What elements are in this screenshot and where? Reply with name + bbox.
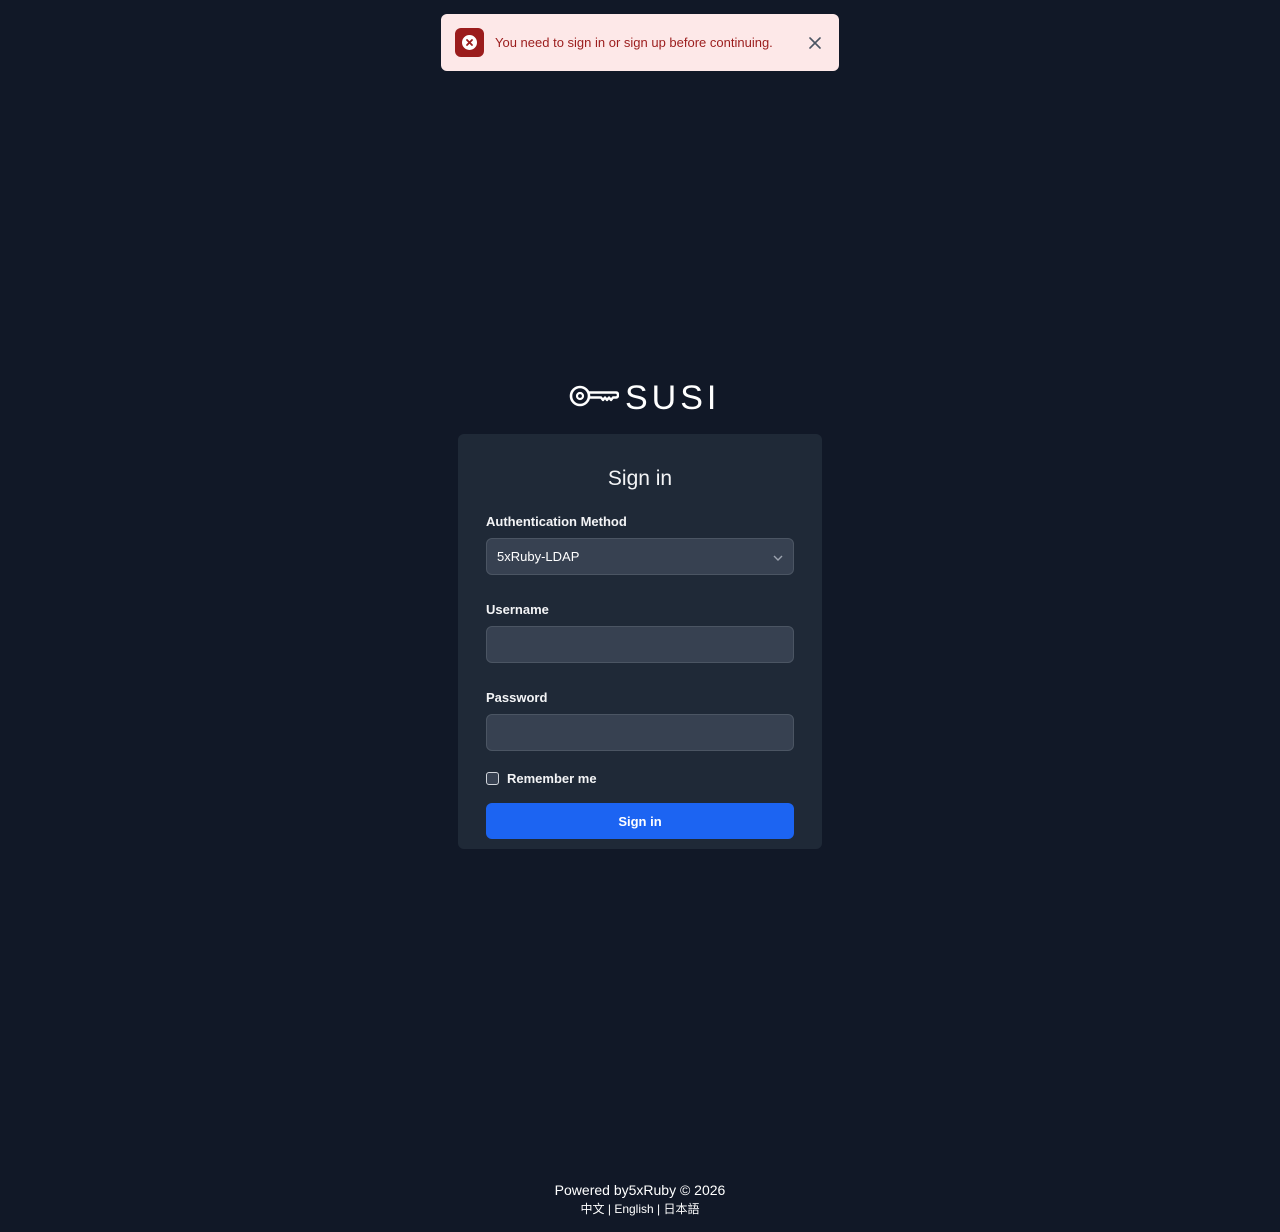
separator: | (657, 1202, 661, 1216)
form-title: Sign in (607, 467, 673, 490)
auth-method-value: 5xRuby-LDAP (497, 549, 580, 564)
username-input[interactable] (486, 626, 794, 663)
password-label: Password (486, 690, 548, 705)
remember-me-checkbox[interactable] (486, 771, 499, 785)
remember-me-label[interactable]: Remember me (507, 771, 597, 786)
key-icon (569, 382, 620, 415)
chevron-down-icon (773, 549, 783, 564)
alert-toast: You need to sign in or sign up before co… (441, 14, 839, 71)
separator: | (607, 1202, 611, 1216)
sign-in-button[interactable]: Sign in (486, 803, 794, 839)
alert-message: You need to sign in or sign up before co… (495, 35, 773, 50)
username-label: Username (486, 602, 549, 617)
password-input[interactable] (486, 714, 794, 751)
footer: Powered by5xRuby © 2026 中文 | English | 日… (0, 1181, 1280, 1217)
close-icon[interactable] (805, 33, 825, 53)
language-links: 中文 | English | 日本語 (0, 1201, 1280, 1217)
auth-method-label: Authentication Method (486, 514, 627, 529)
language-link-ja[interactable]: 日本語 (663, 1202, 699, 1216)
powered-by-text: Powered by5xRuby © 2026 (554, 1182, 726, 1198)
logo-text: SUSI (625, 379, 721, 417)
x-circle-icon (455, 28, 484, 57)
language-link-zh[interactable]: 中文 (580, 1202, 604, 1216)
sign-in-card: Sign in Authentication Method 5xRuby-LDA… (458, 434, 822, 849)
language-link-en[interactable]: English (614, 1202, 653, 1216)
logo: SUSI (569, 380, 716, 416)
auth-method-select[interactable]: 5xRuby-LDAP (486, 538, 794, 575)
